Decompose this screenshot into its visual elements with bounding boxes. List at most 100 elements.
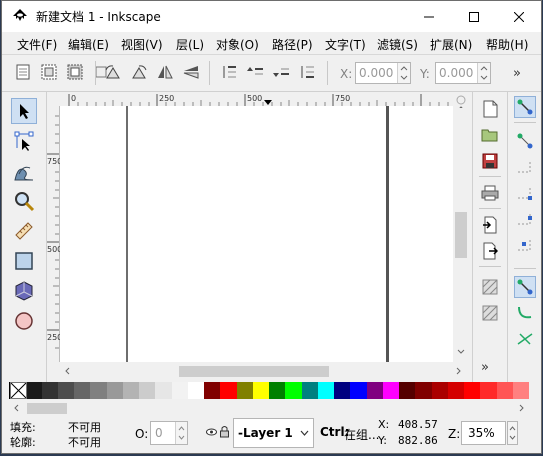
color-swatch[interactable] [57,382,74,399]
menu-filters[interactable]: 滤镜(S) [377,36,418,53]
menu-view[interactable]: 视图(V) [121,36,163,53]
menu-text[interactable]: 文字(T) [325,36,366,53]
toolbar-overflow-chevron-icon[interactable]: » [513,66,521,81]
color-swatch[interactable] [204,382,221,399]
color-swatch[interactable] [431,382,448,399]
clone-button[interactable] [479,302,501,324]
color-swatch[interactable] [415,382,432,399]
commands-overflow-chevron-icon[interactable]: » [481,360,489,375]
eye-icon[interactable] [206,426,217,438]
zoom-tool-button[interactable] [11,188,37,214]
color-swatch[interactable] [447,382,464,399]
lower-to-bottom-button[interactable] [296,61,318,83]
color-swatch[interactable] [25,382,42,399]
zoom-spin-arrows-icon[interactable] [507,421,518,445]
y-coordinate-spinbox[interactable]: 0.000 [435,62,491,84]
menu-edit[interactable]: 编辑(E) [68,36,109,53]
menu-object[interactable]: 对象(O) [216,36,259,53]
color-swatch[interactable] [382,382,399,399]
color-swatch[interactable] [220,382,237,399]
save-document-button[interactable] [479,150,501,172]
spin-arrows-icon[interactable] [477,63,490,83]
color-swatch[interactable] [285,382,302,399]
color-swatch[interactable] [171,382,188,399]
snap-intersection-button[interactable] [514,328,536,350]
node-tool-button[interactable] [11,128,37,154]
scroll-right-arrow-icon[interactable] [453,363,465,380]
ellipse-tool-button[interactable] [11,308,37,334]
select-all-button[interactable] [12,61,34,83]
menu-extensions[interactable]: 扩展(N) [430,36,472,53]
rotate-ccw-button[interactable] [102,61,124,83]
new-document-button[interactable] [479,98,501,120]
snap-bbox-corner-button[interactable] [514,182,536,204]
menu-path[interactable]: 路径(P) [272,36,313,53]
scroll-left-arrow-icon[interactable] [61,363,73,380]
snap-midpoint-button[interactable] [514,208,536,230]
snap-center-button[interactable] [514,234,536,256]
horizontal-scrollbar[interactable] [59,363,470,380]
snap-bbox-edge-button[interactable] [514,156,536,178]
vertical-scrollbar[interactable] [453,94,470,362]
menu-help[interactable]: 帮助(H) [486,36,528,53]
color-swatch[interactable] [122,382,139,399]
color-swatch[interactable] [317,382,334,399]
no-paint-swatch[interactable] [10,382,27,399]
scroll-right-arrow-icon[interactable] [517,400,527,417]
import-button[interactable] [479,214,501,236]
color-swatch[interactable] [155,382,172,399]
drawing-canvas[interactable] [60,106,453,362]
measure-tool-button[interactable] [11,218,37,244]
palette-scroll-thumb[interactable] [27,403,67,414]
color-swatch[interactable] [350,382,367,399]
menu-layer[interactable]: 层(L) [176,36,204,53]
color-swatch[interactable] [90,382,107,399]
open-document-button[interactable] [479,124,501,146]
color-swatch[interactable] [139,382,156,399]
color-swatch[interactable] [496,382,513,399]
palette-scrollbar[interactable] [9,400,541,417]
flip-vertical-button[interactable] [180,61,202,83]
maximize-button[interactable] [451,1,496,32]
horizontal-scroll-thumb[interactable] [179,366,329,377]
flip-horizontal-button[interactable] [154,61,176,83]
color-swatch[interactable] [301,382,318,399]
scroll-left-arrow-icon[interactable] [11,400,21,417]
color-swatch[interactable] [74,382,91,399]
x-coordinate-spinbox[interactable]: 0.000 [355,62,411,84]
current-layer-dropdown[interactable]: -Layer 1 [233,418,314,448]
snap-path-button[interactable] [514,302,536,324]
color-swatch[interactable] [399,382,416,399]
color-swatch[interactable] [512,382,529,399]
rectangle-tool-button[interactable] [11,248,37,274]
minimize-button[interactable] [406,1,451,32]
undo-history-button[interactable] [479,276,501,298]
spin-arrows-icon[interactable] [397,63,410,83]
spin-arrows-icon[interactable] [175,422,187,444]
color-swatch[interactable] [41,382,58,399]
menu-file[interactable]: 文件(F) [17,36,57,53]
close-button[interactable] [496,1,541,32]
opacity-spinbox[interactable]: 0 [150,421,188,445]
scroll-down-arrow-icon[interactable] [453,346,470,358]
invert-selection-button[interactable] [64,61,86,83]
lower-button[interactable] [270,61,292,83]
snap-toggle-button[interactable] [514,96,536,118]
selector-tool-button[interactable] [11,98,37,124]
snap-nodes-button[interactable] [514,276,536,298]
3d-box-tool-button[interactable] [11,278,37,304]
scroll-up-arrow-icon[interactable] [453,96,470,108]
color-swatch[interactable] [236,382,253,399]
vertical-scroll-thumb[interactable] [455,212,467,258]
select-all-layers-button[interactable] [38,61,60,83]
color-swatch[interactable] [480,382,497,399]
lock-icon[interactable] [219,425,230,438]
export-button[interactable] [479,240,501,262]
raise-button[interactable] [244,61,266,83]
color-swatch[interactable] [269,382,286,399]
color-swatch[interactable] [187,382,204,399]
rotate-cw-button[interactable] [128,61,150,83]
zoom-spinbox[interactable]: 35% [461,421,506,445]
color-swatch[interactable] [464,382,481,399]
color-swatch[interactable] [252,382,269,399]
